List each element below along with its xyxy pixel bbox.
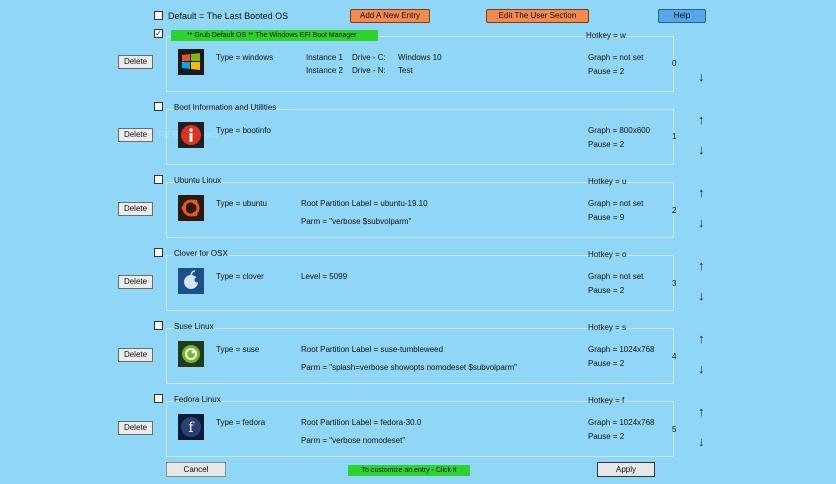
boot-parm: Parm = "verbose nomodeset" <box>301 436 406 445</box>
move-up-arrow-icon[interactable]: ↑ <box>698 259 705 272</box>
entry-number: 1 <box>672 132 677 141</box>
cancel-button[interactable]: Cancel <box>166 462 226 477</box>
move-up-arrow-icon[interactable]: ↑ <box>698 332 705 345</box>
entry-type: Type = ubuntu <box>216 199 267 208</box>
entry-hotkey: Hotkey = w <box>586 31 626 40</box>
move-down-arrow-icon[interactable]: ↓ <box>698 143 705 156</box>
move-down-arrow-icon[interactable]: ↓ <box>698 216 705 229</box>
entry-pause: Pause = 9 <box>588 213 625 222</box>
entry-hotkey: Hotkey = s <box>588 323 627 332</box>
instance-1-name: Windows 10 <box>398 53 442 62</box>
entry-hotkey: Hotkey = u <box>588 177 627 186</box>
instance-2-name: Test <box>398 66 413 75</box>
delete-button-entry-1[interactable]: Delete <box>118 128 153 142</box>
entry-number: 3 <box>672 279 677 288</box>
delete-button-entry-0[interactable]: Delete <box>118 55 153 69</box>
move-down-arrow-icon[interactable]: ↓ <box>698 435 705 448</box>
delete-button-entry-5[interactable]: Delete <box>118 421 153 435</box>
entry-pause: Pause = 2 <box>588 432 625 441</box>
boot-entry-0[interactable]: ✓ ** Grub Default OS ** The Windows EFI … <box>150 29 674 92</box>
boot-parm: Parm = "verbose $subvolparm" <box>301 217 412 226</box>
apply-button[interactable]: Apply <box>597 462 655 477</box>
entry-graph: Graph = 800x600 <box>588 126 651 135</box>
move-down-arrow-icon[interactable]: ↓ <box>698 289 705 302</box>
entry-graph: Graph = not set <box>588 199 644 208</box>
entry-checkbox[interactable]: ✓ <box>154 29 163 38</box>
edit-user-section-button[interactable]: Edit The User Section <box>486 9 589 23</box>
entry-title: Boot Information and Utilities <box>174 103 277 112</box>
entry-hotkey: Hotkey = o <box>588 250 627 259</box>
move-down-arrow-icon[interactable]: ↓ <box>698 362 705 375</box>
delete-button-entry-3[interactable]: Delete <box>118 275 153 289</box>
entry-checkbox[interactable] <box>154 102 163 111</box>
entry-checkbox[interactable] <box>154 394 163 403</box>
entry-title: Fedora Linux <box>174 395 221 404</box>
move-up-arrow-icon[interactable]: ↑ <box>698 405 705 418</box>
entry-hotkey: Hotkey = f <box>588 396 625 405</box>
default-last-booted-checkbox[interactable] <box>154 11 163 20</box>
entry-group-box <box>166 328 674 384</box>
fedora-icon: f <box>178 414 204 440</box>
boot-entry-3[interactable]: Clover for OSX Hotkey = o Type = clover … <box>150 248 674 311</box>
entry-pause: Pause = 2 <box>588 286 625 295</box>
move-down-arrow-icon[interactable]: ↓ <box>698 70 705 83</box>
boot-entry-4[interactable]: Suse Linux Hotkey = s Type = suse Root P… <box>150 321 674 384</box>
entry-type: Type = fedora <box>216 418 266 427</box>
entry-checkbox[interactable] <box>154 248 163 257</box>
boot-entry-1[interactable]: Boot Information and Utilities Type = bo… <box>150 102 674 165</box>
add-new-entry-button[interactable]: Add A New Entry <box>350 9 430 23</box>
entry-group-box <box>166 36 674 92</box>
instance-2-drive: Drive - N: <box>352 66 386 75</box>
delete-button-entry-2[interactable]: Delete <box>118 202 153 216</box>
move-up-arrow-icon[interactable]: ↑ <box>698 186 705 199</box>
entry-type: Type = clover <box>216 272 264 281</box>
move-up-arrow-icon[interactable]: ↑ <box>698 113 705 126</box>
help-button[interactable]: Help <box>658 9 706 23</box>
boot-parm: Parm = "splash=verbose showopts nomodese… <box>301 363 518 372</box>
entry-number: 2 <box>672 206 677 215</box>
entry-level: Level = 5099 <box>301 272 348 281</box>
entry-group-box <box>166 255 674 311</box>
entry-graph: Graph = 1024x768 <box>588 418 655 427</box>
info-icon <box>178 122 204 148</box>
entry-group-box <box>166 401 674 457</box>
suse-icon <box>178 341 204 367</box>
entry-number: 5 <box>672 425 677 434</box>
instance-2-label: Instance 2 <box>306 66 343 75</box>
entry-title: Suse Linux <box>174 322 214 331</box>
default-last-booted-label: Default = The Last Booted OS <box>168 11 289 21</box>
boot-entry-5[interactable]: Fedora Linux Hotkey = f f Type = fedora … <box>150 394 674 457</box>
root-partition-label: Root Partition Label = ubuntu-19.10 <box>301 199 428 208</box>
entry-title: Clover for OSX <box>174 249 228 258</box>
entry-graph: Graph = 1024x768 <box>588 345 655 354</box>
entry-type: Type = bootinfo <box>216 126 271 135</box>
entry-title-default: ** Grub Default OS ** The Windows EFI Bo… <box>171 30 378 41</box>
apple-icon <box>178 268 204 294</box>
entry-group-box <box>166 182 674 238</box>
entry-pause: Pause = 2 <box>588 359 625 368</box>
root-partition-label: Root Partition Label = fedora-30.0 <box>301 418 422 427</box>
instance-1-drive: Drive - C: <box>352 53 386 62</box>
entry-graph: Graph = not set <box>588 53 644 62</box>
entry-checkbox[interactable] <box>154 175 163 184</box>
entry-pause: Pause = 2 <box>588 67 625 76</box>
instance-1-label: Instance 1 <box>306 53 343 62</box>
entry-type: Type = windows <box>216 53 274 62</box>
ubuntu-icon <box>178 195 204 221</box>
customize-hint: To customize an entry - Click it <box>348 465 470 476</box>
delete-button-entry-4[interactable]: Delete <box>118 348 153 362</box>
windows-icon <box>178 49 204 75</box>
root-partition-label: Root Partition Label = suse-tumbleweed <box>301 345 444 354</box>
entry-checkbox[interactable] <box>154 321 163 330</box>
entry-group-box <box>166 109 674 165</box>
entry-number: 4 <box>672 352 677 361</box>
entry-number: 0 <box>672 59 677 68</box>
entry-type: Type = suse <box>216 345 260 354</box>
entry-pause: Pause = 2 <box>588 140 625 149</box>
entry-graph: Graph = not set <box>588 272 644 281</box>
entry-title: Ubuntu Linux <box>174 176 222 185</box>
boot-entry-2[interactable]: Ubuntu Linux Hotkey = u Type = ubuntu Ro… <box>150 175 674 238</box>
